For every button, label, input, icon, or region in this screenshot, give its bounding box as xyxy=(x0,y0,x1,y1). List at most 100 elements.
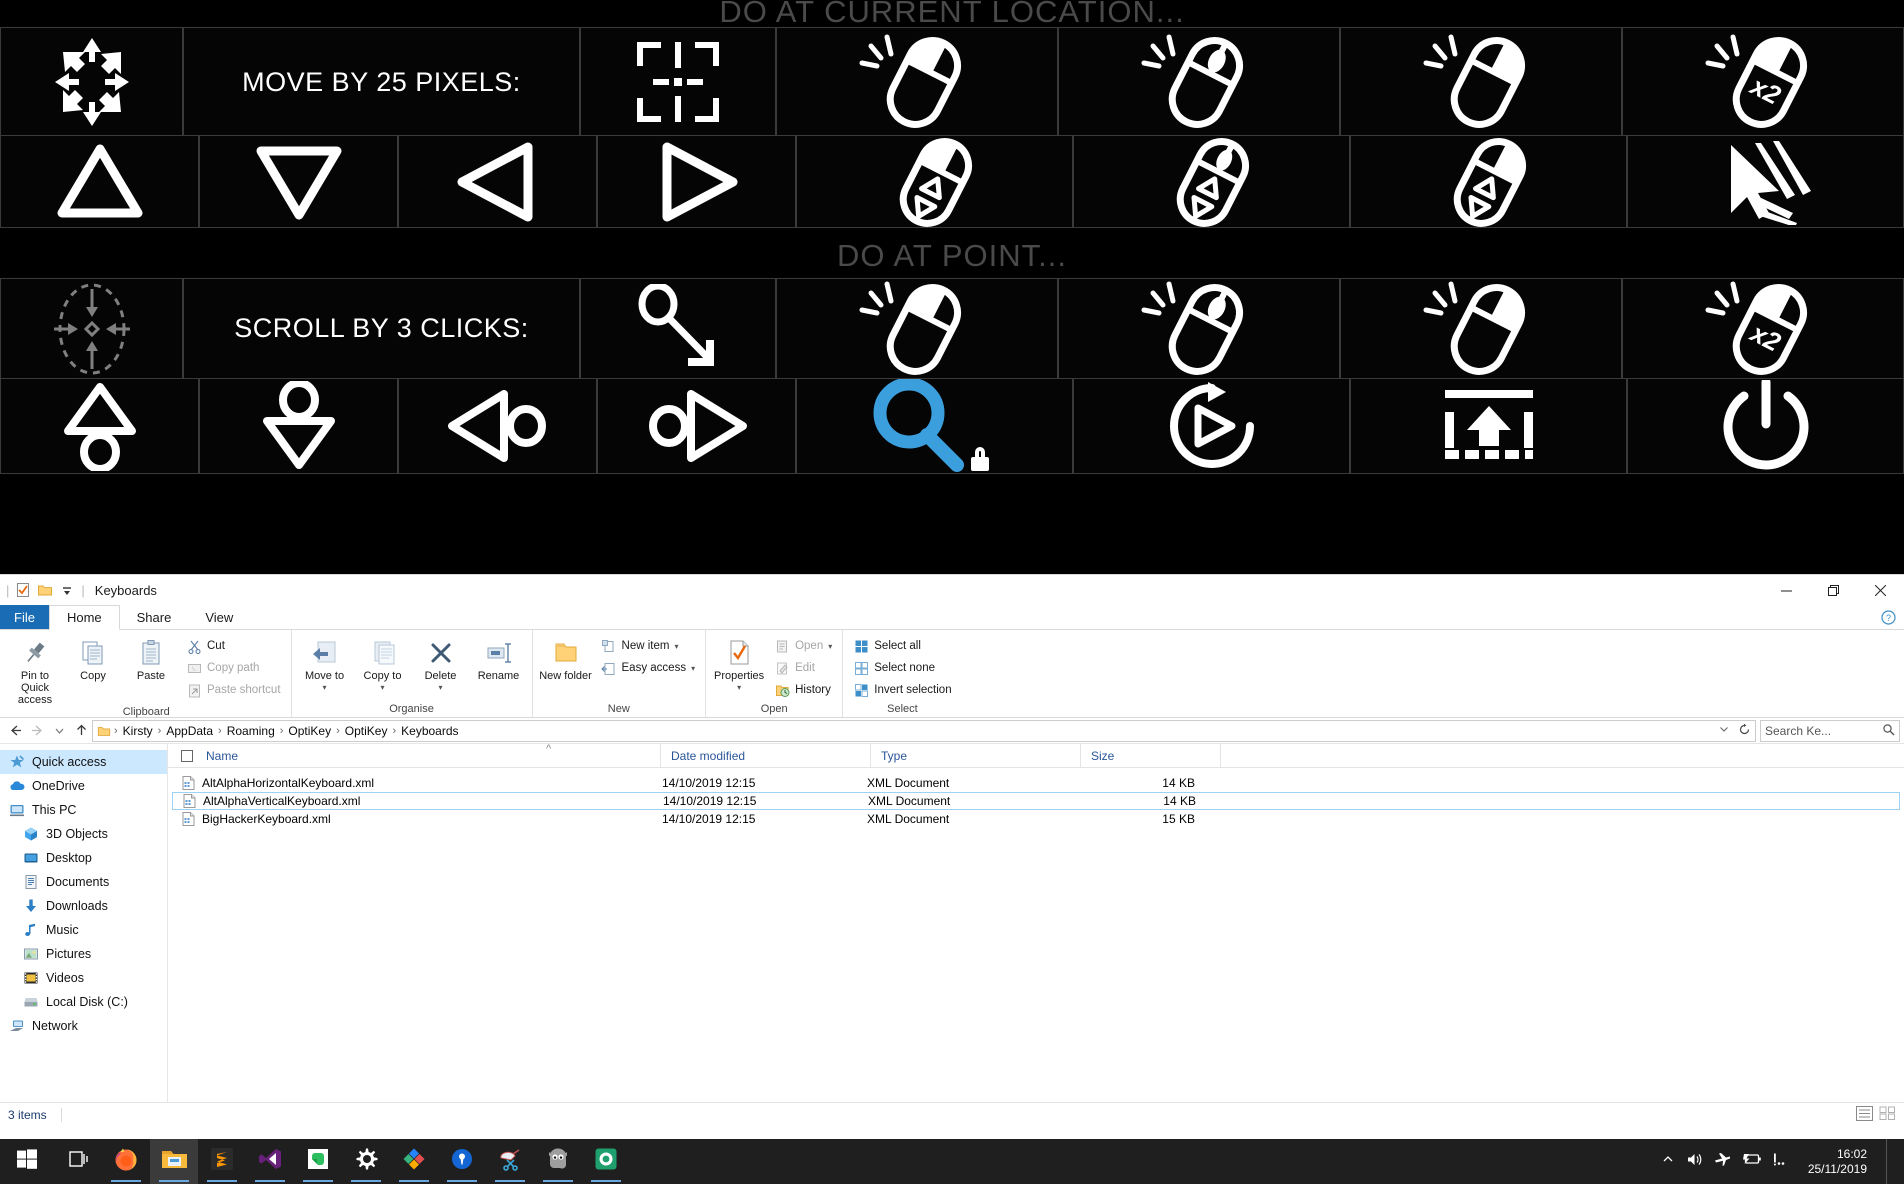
select-all-button[interactable]: Select all xyxy=(849,635,955,657)
sidebar-item-pictures[interactable]: Pictures xyxy=(0,942,167,966)
speaker-icon[interactable] xyxy=(1686,1152,1703,1172)
gimp-taskbar-button[interactable] xyxy=(534,1139,582,1184)
double-click-at-point-key[interactable]: x2 xyxy=(1622,278,1904,379)
chevron-down-icon[interactable] xyxy=(59,582,75,598)
sidebar-item-videos[interactable]: Videos xyxy=(0,966,167,990)
settings-taskbar-button[interactable] xyxy=(342,1139,390,1184)
tab-home[interactable]: Home xyxy=(48,605,120,630)
scroll-left-at-point-key[interactable] xyxy=(398,378,597,474)
chevron-down-icon[interactable]: ▾ xyxy=(381,682,385,694)
move-right-key[interactable] xyxy=(597,135,796,228)
maximize-button[interactable] xyxy=(1810,575,1857,605)
sidebar-item-local-disk-c[interactable]: Local Disk (C:) xyxy=(0,990,167,1014)
chevron-down-icon[interactable]: ▾ xyxy=(737,682,741,694)
delete-button[interactable]: Delete ▾ xyxy=(412,632,470,694)
right-drag-current-key[interactable] xyxy=(1350,135,1627,228)
visual-studio-taskbar-button[interactable] xyxy=(246,1139,294,1184)
left-click-current-key[interactable] xyxy=(776,27,1058,137)
sidebar-item-network[interactable]: Network xyxy=(0,1014,167,1038)
right-click-at-point-key[interactable] xyxy=(1340,278,1622,379)
tab-view[interactable]: View xyxy=(188,605,250,629)
large-icons-view-button[interactable] xyxy=(1879,1106,1896,1124)
table-row[interactable]: BigHackerKeyboard.xml 14/10/2019 12:15 X… xyxy=(172,810,1900,828)
select-all-checkbox[interactable] xyxy=(168,744,196,767)
copy-button[interactable]: Copy xyxy=(64,632,122,682)
cursor-trail-key[interactable] xyxy=(1627,135,1904,228)
search-input[interactable]: Search Ke... xyxy=(1760,719,1900,742)
optikey-taskbar-button[interactable] xyxy=(582,1139,630,1184)
move-down-key[interactable] xyxy=(199,135,398,228)
explorer-title-bar[interactable]: | | Keyboards xyxy=(0,575,1904,605)
clock[interactable]: 16:02 25/11/2019 xyxy=(1802,1147,1867,1177)
sidebar-item-desktop[interactable]: Desktop xyxy=(0,846,167,870)
sidebar-item-3d-objects[interactable]: 3D Objects xyxy=(0,822,167,846)
back-arrow-icon[interactable] xyxy=(4,720,26,742)
folder-icon[interactable] xyxy=(37,582,53,598)
sourcetree-taskbar-button[interactable] xyxy=(390,1139,438,1184)
chevron-down-icon[interactable]: ▾ xyxy=(439,682,443,694)
firefox-taskbar-button[interactable] xyxy=(102,1139,150,1184)
middle-drag-current-key[interactable] xyxy=(1073,135,1350,228)
column-header-type[interactable]: Type xyxy=(871,744,1081,767)
move-left-key[interactable] xyxy=(398,135,597,228)
paste-shortcut-button[interactable]: Paste shortcut xyxy=(182,679,285,701)
address-dropdown-chevron-down-icon[interactable] xyxy=(1718,723,1730,738)
snipping-tool-taskbar-button[interactable] xyxy=(486,1139,534,1184)
right-click-current-key[interactable] xyxy=(1340,27,1622,137)
move-to-point-key[interactable] xyxy=(580,278,776,379)
history-button[interactable]: History xyxy=(770,679,836,701)
show-hidden-icons-button[interactable] xyxy=(1661,1152,1675,1171)
refresh-icon[interactable] xyxy=(1738,723,1751,739)
sidebar-item-documents[interactable]: Documents xyxy=(0,870,167,894)
file-explorer-taskbar-button[interactable] xyxy=(150,1139,198,1184)
window-controls[interactable] xyxy=(1763,575,1904,605)
airplane-icon[interactable] xyxy=(1714,1152,1731,1172)
sidebar-item-music[interactable]: Music xyxy=(0,918,167,942)
breadcrumb[interactable]: › Kirsty › AppData › Roaming › OptiKey ›… xyxy=(92,719,1756,742)
chevron-down-icon[interactable]: ▾ xyxy=(674,642,678,651)
start-button[interactable] xyxy=(0,1139,54,1184)
edit-button[interactable]: Edit xyxy=(770,657,836,679)
column-header-date-modified[interactable]: Date modified xyxy=(661,744,871,767)
task-view-button[interactable] xyxy=(54,1139,102,1184)
table-row[interactable]: AltAlphaHorizontalKeyboard.xml 14/10/201… xyxy=(172,774,1900,792)
rename-button[interactable]: Rename xyxy=(470,632,528,682)
tab-share[interactable]: Share xyxy=(120,605,189,629)
breadcrumb-item-2[interactable]: Roaming xyxy=(224,724,278,738)
new-folder-button[interactable]: New folder xyxy=(537,632,595,682)
middle-click-current-key[interactable] xyxy=(1058,27,1340,137)
scroll-right-at-point-key[interactable] xyxy=(597,378,796,474)
sidebar-item-downloads[interactable]: Downloads xyxy=(0,894,167,918)
tab-file[interactable]: File xyxy=(0,605,49,629)
show-desktop-button[interactable] xyxy=(1886,1139,1894,1184)
column-header-size[interactable]: Size xyxy=(1081,744,1221,767)
select-none-button[interactable]: Select none xyxy=(849,657,955,679)
evernote-taskbar-button[interactable] xyxy=(294,1139,342,1184)
help-icon[interactable]: ? xyxy=(1881,605,1904,629)
easy-access-button[interactable]: Easy access ▾ xyxy=(597,657,700,679)
close-button[interactable] xyxy=(1857,575,1904,605)
middle-click-at-point-key[interactable] xyxy=(1058,278,1340,379)
left-drag-current-key[interactable] xyxy=(796,135,1073,228)
repeat-last-action-key[interactable] xyxy=(1073,378,1350,474)
new-item-button[interactable]: New item ▾ xyxy=(597,635,700,657)
forward-arrow-icon[interactable] xyxy=(26,720,48,742)
pin-to-quick-access-button[interactable]: Pin to Quick access xyxy=(6,632,64,706)
recent-locations-chevron-down-icon[interactable] xyxy=(48,720,70,742)
chevron-down-icon[interactable]: ▾ xyxy=(828,642,832,651)
expand-to-cursor-key[interactable] xyxy=(0,27,183,137)
table-row[interactable]: AltAlphaVerticalKeyboard.xml 14/10/2019 … xyxy=(172,792,1900,810)
move-to-button[interactable]: Move to ▾ xyxy=(296,632,354,694)
cut-button[interactable]: Cut xyxy=(182,635,285,657)
scroll-down-at-point-key[interactable] xyxy=(199,378,398,474)
quick-access-toolbar[interactable]: | | xyxy=(0,575,85,605)
sidebar-item-this-pc[interactable]: This PC xyxy=(0,798,167,822)
scroll-amount-key[interactable] xyxy=(0,278,183,379)
minimize-button[interactable] xyxy=(1763,575,1810,605)
column-header-name[interactable]: Name xyxy=(196,744,661,767)
sublime-text-taskbar-button[interactable] xyxy=(198,1139,246,1184)
show-keyboard-key[interactable] xyxy=(1350,378,1627,474)
breadcrumb-item-3[interactable]: OptiKey xyxy=(285,724,334,738)
breadcrumb-item-5[interactable]: Keyboards xyxy=(398,724,461,738)
search-icon[interactable] xyxy=(1882,723,1895,739)
